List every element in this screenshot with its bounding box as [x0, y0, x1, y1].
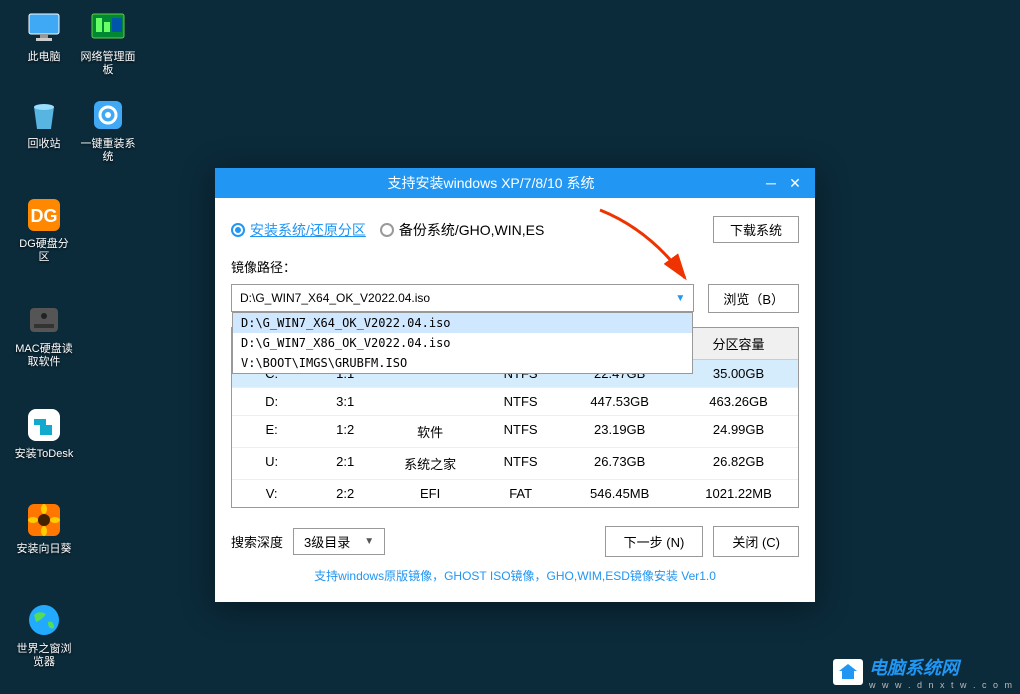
table-cell: 26.73GB	[560, 448, 679, 479]
radio-dot-icon	[231, 223, 245, 237]
search-depth-value: 3级目录	[304, 532, 350, 551]
mac-reader-icon[interactable]: MAC硬盘读取软件	[14, 300, 74, 369]
table-cell: 1:2	[311, 416, 379, 447]
image-path-dropdown[interactable]: D:\G_WIN7_X64_OK_V2022.04.iso ▼ D:\G_WIN…	[231, 284, 694, 312]
todesk-icon[interactable]: 安装ToDesk	[14, 405, 74, 461]
icon-label: 回收站	[14, 138, 74, 151]
sunflower-icon	[24, 500, 64, 540]
table-row[interactable]: V:2:2EFIFAT546.45MB1021.22MB	[232, 480, 798, 507]
table-row[interactable]: D:3:1 NTFS447.53GB463.26GB	[232, 388, 798, 416]
radio-backup-label: 备份系统/GHO,WIN,ES	[399, 220, 544, 240]
install-dialog: 支持安装windows XP/7/8/10 系统 ─ ✕ 安装系统/还原分区 备…	[215, 168, 815, 602]
icon-label: MAC硬盘读取软件	[14, 343, 74, 369]
search-depth-select[interactable]: 3级目录 ▼	[293, 528, 385, 555]
icon-label: DG硬盘分区	[14, 238, 74, 264]
reinstall-icon[interactable]: 一键重装系统	[78, 95, 138, 164]
pc-icon[interactable]: 此电脑	[14, 8, 74, 64]
table-cell: 系统之家	[379, 448, 481, 479]
titlebar: 支持安装windows XP/7/8/10 系统 ─ ✕	[215, 168, 815, 198]
earth-icon	[24, 600, 64, 640]
icon-label: 网络管理面板	[78, 51, 138, 77]
minimize-button[interactable]: ─	[759, 175, 783, 191]
watermark-text: 电脑系统网	[869, 654, 1014, 680]
table-cell: E:	[232, 416, 311, 447]
watermark-logo-icon	[833, 659, 863, 685]
dg-icon: DG	[24, 195, 64, 235]
table-cell: NTFS	[481, 416, 560, 447]
table-cell: U:	[232, 448, 311, 479]
close-x-button[interactable]: ✕	[783, 175, 807, 192]
dropdown-list: D:\G_WIN7_X64_OK_V2022.04.isoD:\G_WIN7_X…	[232, 312, 693, 374]
table-cell: 软件	[379, 416, 481, 447]
table-cell: EFI	[379, 480, 481, 507]
network-panel-icon[interactable]: 网络管理面板	[78, 8, 138, 77]
table-cell: 546.45MB	[560, 480, 679, 507]
dialog-title: 支持安装windows XP/7/8/10 系统	[223, 173, 759, 193]
table-cell: 447.53GB	[560, 388, 679, 415]
trash-icon	[24, 95, 64, 135]
table-cell: FAT	[481, 480, 560, 507]
dropdown-item[interactable]: D:\G_WIN7_X64_OK_V2022.04.iso	[233, 313, 692, 333]
table-cell: D:	[232, 388, 311, 415]
close-button[interactable]: 关闭 (C)	[713, 526, 799, 557]
table-cell: NTFS	[481, 388, 560, 415]
dg-partition-icon[interactable]: DG DG硬盘分区	[14, 195, 74, 264]
icon-label: 世界之窗浏览器	[14, 643, 74, 669]
world-browser-icon[interactable]: 世界之窗浏览器	[14, 600, 74, 669]
watermark-url: w w w . d n x t w . c o m	[869, 680, 1014, 690]
radio-install-restore[interactable]: 安装系统/还原分区	[231, 220, 366, 240]
next-button[interactable]: 下一步 (N)	[605, 526, 704, 557]
table-row[interactable]: E:1:2软件NTFS23.19GB24.99GB	[232, 416, 798, 448]
table-cell: V:	[232, 480, 311, 507]
browse-button[interactable]: 浏览（B）	[708, 284, 799, 313]
table-cell: 463.26GB	[679, 388, 798, 415]
sunflower-icon[interactable]: 安装向日葵	[14, 500, 74, 556]
radio-install-label: 安装系统/还原分区	[250, 220, 366, 240]
icon-label: 一键重装系统	[78, 138, 138, 164]
icon-label: 安装向日葵	[14, 543, 74, 556]
table-row[interactable]: U:2:1系统之家NTFS26.73GB26.82GB	[232, 448, 798, 480]
table-cell: 23.19GB	[560, 416, 679, 447]
watermark: 电脑系统网 w w w . d n x t w . c o m	[833, 654, 1014, 690]
table-cell: 24.99GB	[679, 416, 798, 447]
download-button[interactable]: 下载系统	[713, 216, 799, 243]
table-cell: NTFS	[481, 448, 560, 479]
icon-label: 安装ToDesk	[14, 448, 74, 461]
gear-icon	[88, 95, 128, 135]
table-cell: 1021.22MB	[679, 480, 798, 507]
radio-dot-icon	[380, 223, 394, 237]
table-cell: 35.00GB	[679, 360, 798, 387]
footer-text: 支持windows原版镜像，GHOST ISO镜像，GHO,WIM,ESD镜像安…	[231, 557, 799, 592]
monitor-icon	[24, 8, 64, 48]
column-header: 分区容量	[679, 328, 798, 359]
mac-icon	[24, 300, 64, 340]
table-cell: 26.82GB	[679, 448, 798, 479]
svg-text:DG: DG	[31, 206, 58, 226]
network-icon	[88, 8, 128, 48]
table-cell: 3:1	[311, 388, 379, 415]
recycle-bin-icon[interactable]: 回收站	[14, 95, 74, 151]
icon-label: 此电脑	[14, 51, 74, 64]
table-cell	[379, 388, 481, 415]
image-path-label: 镜像路径：	[231, 257, 799, 276]
image-path-value: D:\G_WIN7_X64_OK_V2022.04.iso	[240, 291, 675, 305]
todesk-icon	[24, 405, 64, 445]
dropdown-item[interactable]: V:\BOOT\IMGS\GRUBFM.ISO	[233, 353, 692, 373]
dropdown-item[interactable]: D:\G_WIN7_X86_OK_V2022.04.iso	[233, 333, 692, 353]
table-cell: 2:2	[311, 480, 379, 507]
table-cell: 2:1	[311, 448, 379, 479]
radio-backup[interactable]: 备份系统/GHO,WIN,ES	[380, 220, 544, 240]
search-depth-label: 搜索深度	[231, 532, 283, 551]
chevron-down-icon: ▼	[675, 293, 685, 304]
chevron-down-icon: ▼	[364, 536, 374, 547]
